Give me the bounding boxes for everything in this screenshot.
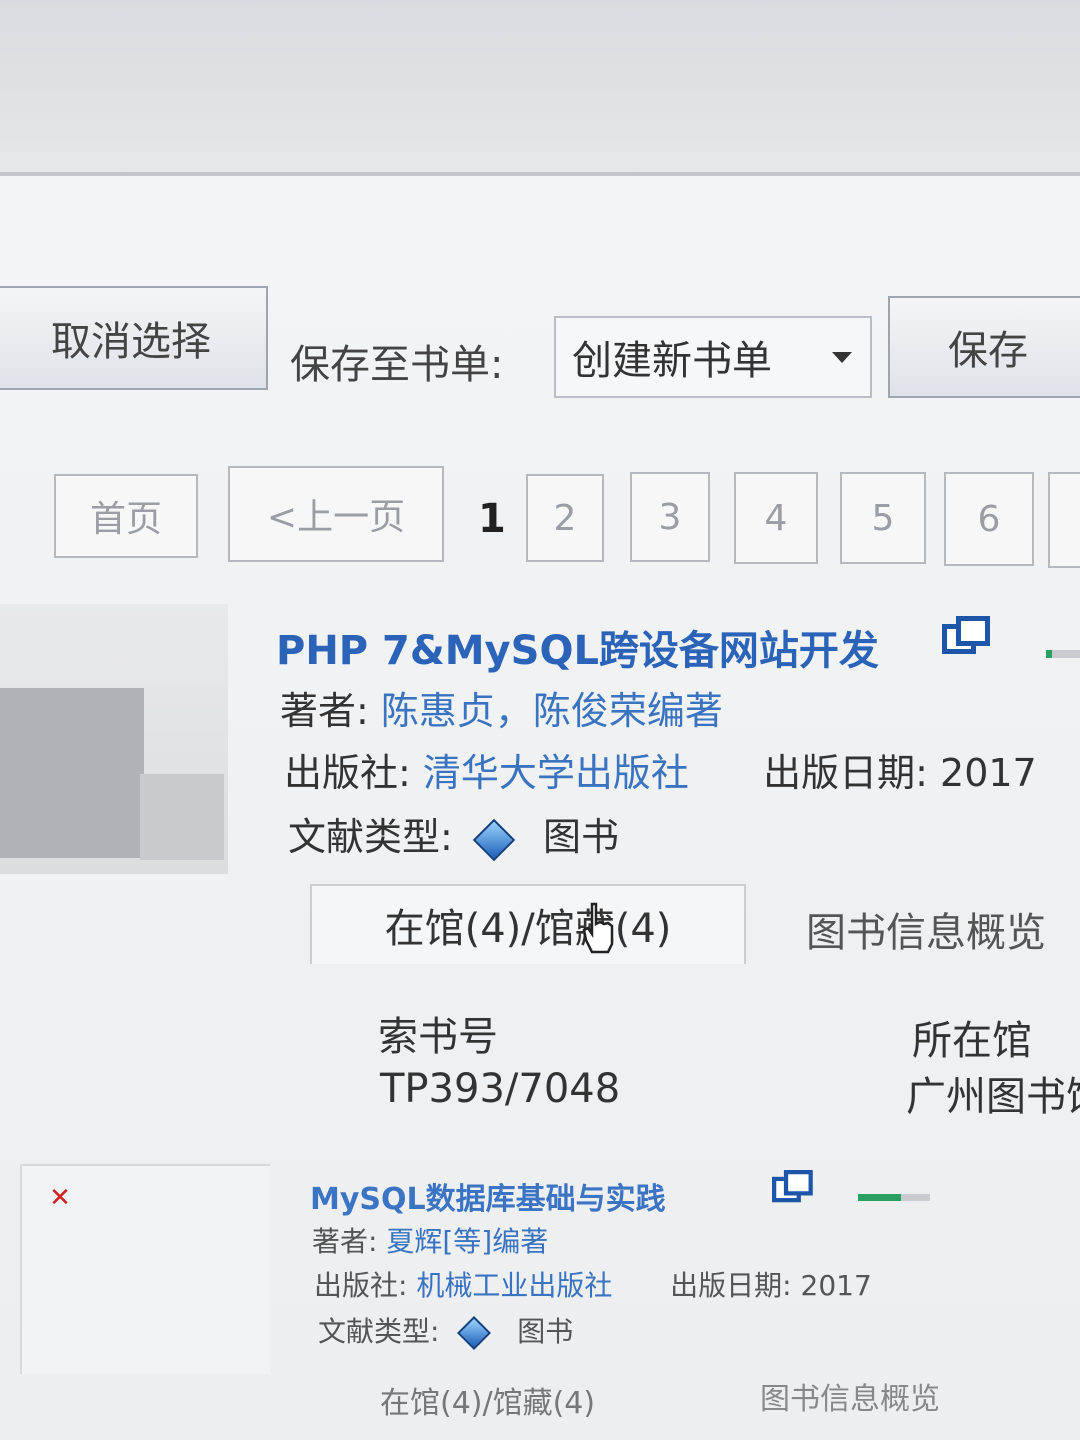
page-next-partial-button[interactable] [1048, 472, 1080, 568]
hand-cursor-icon [582, 902, 614, 954]
library-header: 所在馆 [912, 1018, 1032, 1064]
book-cover-thumbnail[interactable] [0, 604, 228, 874]
publisher-link[interactable]: 清华大学出版社 [423, 751, 689, 795]
booklist-select[interactable]: 创建新书单 [554, 316, 872, 398]
author-link[interactable]: 陈惠贞，陈俊荣编著 [381, 689, 723, 733]
broken-image-icon: ✕ [49, 1183, 71, 1213]
author-row: 著者: 夏辉[等]编著 [312, 1220, 548, 1260]
external-window-icon[interactable] [772, 1170, 815, 1204]
save-to-list-label: 保存至书单: [290, 342, 504, 388]
pubdate-value: 2017 [800, 1269, 872, 1302]
book-type-icon [457, 1316, 492, 1350]
type-row: 文献类型: 图书 [288, 806, 619, 861]
publisher-row: 出版社: 机械工业出版社 出版日期: 2017 [314, 1264, 872, 1304]
availability-bar [858, 1194, 930, 1201]
library-value: 广州图书馆 [906, 1074, 1080, 1120]
save-button[interactable]: 保存 [888, 296, 1080, 398]
book-type-icon [472, 818, 516, 861]
page-5-button[interactable]: 5 [840, 472, 926, 564]
author-row: 著者: 陈惠贞，陈俊荣编著 [280, 680, 723, 735]
author-label: 著者: [280, 689, 369, 733]
pubdate-label: 出版日期: [670, 1269, 792, 1302]
cover-shadow [140, 774, 224, 860]
page-3-button[interactable]: 3 [630, 472, 710, 562]
first-page-button[interactable]: 首页 [54, 474, 198, 558]
result-title-link[interactable]: PHP 7&MySQL跨设备网站开发 [276, 618, 879, 676]
type-value: 图书 [543, 815, 620, 859]
availability-bar [1046, 650, 1080, 658]
cover-image [0, 688, 144, 858]
type-row: 文献类型: 图书 [318, 1310, 573, 1350]
tab-book-info[interactable]: 图书信息概览 [806, 900, 1046, 958]
pubdate-label: 出版日期: [763, 751, 928, 795]
result-title-link[interactable]: MySQL数据库基础与实践 [310, 1174, 666, 1218]
callno-value: TP393/7048 [380, 1066, 621, 1112]
top-band [0, 0, 1080, 175]
publisher-row: 出版社: 清华大学出版社 出版日期: 2017 [284, 742, 1037, 797]
publisher-link[interactable]: 机械工业出版社 [416, 1269, 612, 1302]
author-link[interactable]: 夏辉[等]编著 [386, 1225, 548, 1258]
author-label: 著者: [312, 1225, 378, 1258]
tab-holdings[interactable]: 在馆(4)/馆藏(4) [380, 1378, 595, 1422]
page-4-button[interactable]: 4 [734, 472, 818, 564]
type-label: 文献类型: [318, 1315, 440, 1348]
booklist-select-value: 创建新书单 [572, 338, 772, 384]
prev-page-button[interactable]: <上一页 [228, 466, 444, 562]
callno-header: 索书号 [378, 1014, 498, 1060]
publisher-label: 出版社: [314, 1269, 408, 1302]
cancel-select-button[interactable]: 取消选择 [0, 286, 268, 390]
chevron-down-icon [832, 352, 852, 363]
tab-holdings[interactable]: 在馆(4)/馆藏(4) [310, 884, 746, 964]
pubdate-value: 2017 [940, 751, 1037, 795]
tab-book-info[interactable]: 图书信息概览 [760, 1374, 940, 1418]
current-page: 1 [478, 496, 506, 542]
type-value: 图书 [517, 1315, 574, 1348]
page-2-button[interactable]: 2 [526, 474, 604, 562]
page-6-button[interactable]: 6 [944, 472, 1034, 566]
type-label: 文献类型: [288, 815, 453, 859]
external-window-icon[interactable] [942, 616, 996, 662]
publisher-label: 出版社: [284, 751, 411, 795]
